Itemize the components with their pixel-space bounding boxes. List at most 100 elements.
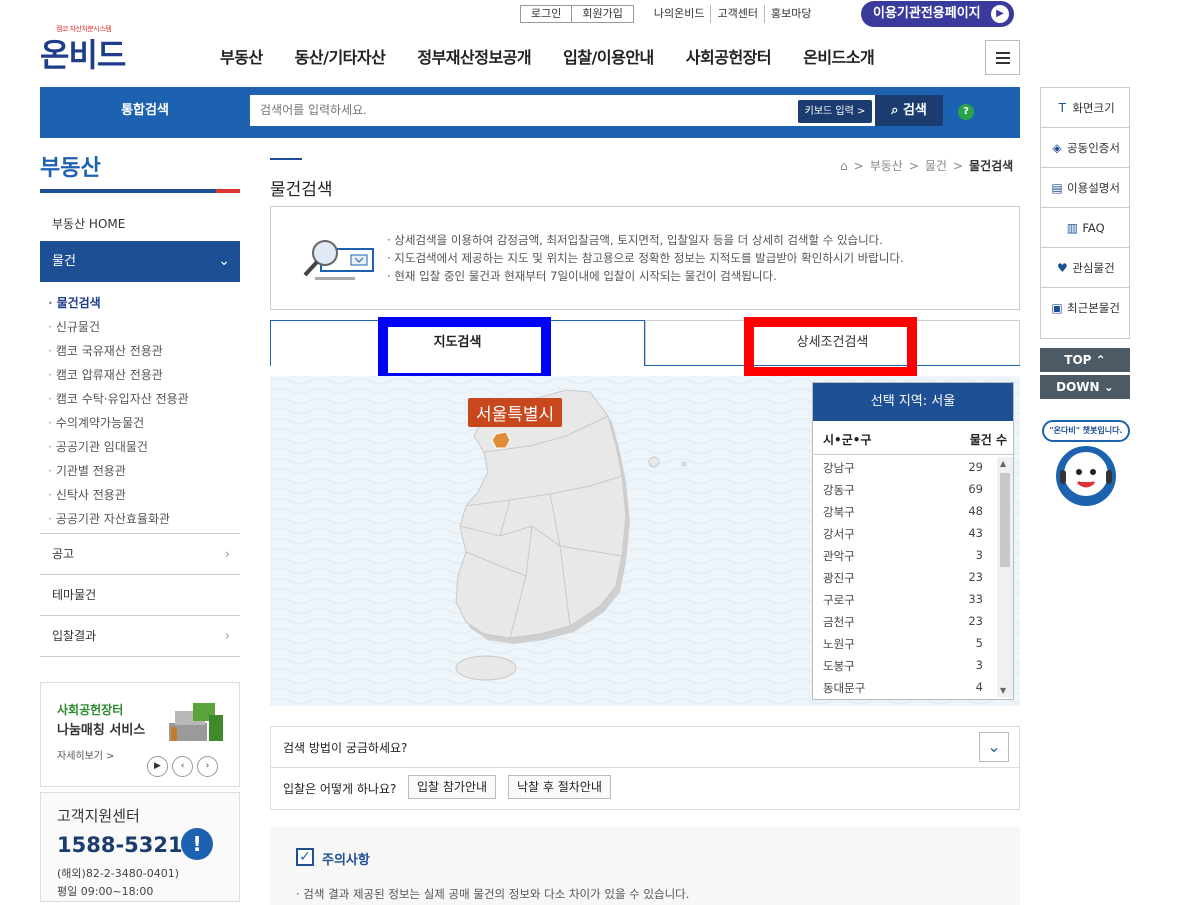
sidebar-sub-new[interactable]: 신규물건 — [48, 318, 100, 335]
list-item[interactable]: 광진구 23 — [813, 567, 997, 589]
customer-support-banner: 고객지원센터 1588-5321 ! (해외)82-2-3480-0401) 평… — [40, 792, 240, 902]
sidebar-sub-kamco-seized[interactable]: 캠코 압류재산 전용관 — [48, 366, 163, 383]
chevron-down-icon: ⌄ — [1103, 380, 1114, 394]
sidebar-item-notice[interactable]: 공고 › — [40, 533, 240, 574]
page-title: 물건검색 — [270, 180, 333, 200]
search-label: 통합검색 — [121, 103, 169, 118]
scroll-down-icon[interactable]: ▼ — [1000, 686, 1006, 695]
quick-recent[interactable]: ▣ 최근본물건 — [1041, 288, 1129, 328]
list-item[interactable]: 강동구 69 — [813, 479, 997, 501]
sidebar-item-label: 테마물건 — [52, 588, 97, 602]
search-info-box: · 상세검색을 이용하여 감정금액, 최저입찰금액, 토지면적, 입찰일자 등을… — [270, 206, 1020, 310]
bid-guide-button[interactable]: 입찰 참가안내 — [408, 775, 497, 799]
district-list: 강남구 29 강동구 69 강북구 48 강서구 43 관악구 3 광진구 23 구로구 33… — [813, 457, 997, 699]
agency-page-button[interactable]: 이용기관전용페이지 ▶ — [861, 1, 1014, 27]
sidebar-item-home[interactable]: 부동산 HOME — [52, 215, 125, 232]
hamburger-menu-icon[interactable] — [985, 40, 1020, 75]
gnb-gov-property[interactable]: 정부재산정보공개 — [417, 44, 531, 68]
global-nav: 부동산 동산/기타자산 정부재산정보공개 입찰/이용안내 사회공헌장터 온비드소… — [220, 44, 906, 68]
quick-menu: T 화면크기 ◈ 공동인증서 ▤ 이용설명서 ▥ FAQ ♥ 관심물건 ▣ 최근본물건 — [1040, 87, 1130, 339]
district-panel: 선택 지역: 서울 시•군•구 물건 수 강남구 29 강동구 69 강북구 48 강… — [812, 382, 1014, 700]
util-links: 나의온비드 고객센터 홍보마당 — [648, 5, 818, 23]
sidebar-item-results[interactable]: 입찰결과 › — [40, 615, 240, 656]
sidebar-sub-efficiency[interactable]: 공공기관 자산효율화관 — [48, 510, 170, 527]
home-icon[interactable]: ⌂ — [840, 159, 848, 173]
banner-controls: ▶ ‹ › — [147, 756, 218, 777]
pr-link[interactable]: 홍보마당 — [763, 5, 817, 23]
sidebar-item-goods[interactable]: 물건 ⌄ — [40, 241, 240, 282]
search-button[interactable]: ⌕ 검색 — [875, 95, 943, 126]
list-item[interactable]: 금천구 23 — [813, 611, 997, 633]
sidebar-sub-private-contract[interactable]: 수의계약가능물건 — [48, 414, 144, 431]
next-icon[interactable]: › — [197, 756, 218, 777]
breadcrumb-item[interactable]: 부동산 — [870, 157, 903, 174]
chevron-down-icon[interactable]: ⌄ — [979, 732, 1009, 762]
sidebar-sub-trust-company[interactable]: 신탁사 전용관 — [48, 486, 126, 503]
top-button[interactable]: TOP ⌃ — [1040, 348, 1130, 372]
breadcrumb-item[interactable]: 물건 — [925, 157, 947, 174]
scrollbar-thumb[interactable] — [1000, 473, 1010, 567]
panel-scrollbar[interactable]: ▲ ▼ — [997, 457, 1013, 697]
scroll-up-icon[interactable]: ▲ — [1000, 459, 1006, 468]
info-line: · 현재 입찰 중인 물건과 현재부터 7일이내에 입찰이 시작되는 물건이 검… — [387, 269, 777, 283]
keyboard-input-button[interactable]: 키보드 입력 > — [798, 100, 872, 123]
gnb-movables[interactable]: 동산/기타자산 — [295, 44, 386, 68]
customer-center-link[interactable]: 고객센터 — [710, 5, 763, 23]
help-icon[interactable]: ? — [958, 104, 974, 120]
sidebar-sub-kamco-national[interactable]: 캠코 국유재산 전용관 — [48, 342, 163, 359]
shield-icon: ◈ — [1052, 140, 1062, 155]
after-win-guide-button[interactable]: 낙찰 후 절차안내 — [508, 775, 611, 799]
list-item[interactable]: 관악구 3 — [813, 545, 997, 567]
sidebar-item-label: 물건 — [52, 254, 76, 269]
list-item[interactable]: 구로구 33 — [813, 589, 997, 611]
chatbot-widget[interactable]: "온다비" 챗봇입니다. — [1040, 420, 1130, 510]
login-link[interactable]: 로그인 — [521, 6, 571, 22]
chevron-right-icon: › — [224, 547, 230, 562]
gnb-realestate[interactable]: 부동산 — [220, 44, 263, 68]
chevron-down-icon: ⌄ — [218, 253, 230, 269]
list-item[interactable]: 강북구 48 — [813, 501, 997, 523]
sidebar-sub-public-rental[interactable]: 공공기관 임대물건 — [48, 438, 148, 455]
sidebar-sub-kamco-trust[interactable]: 캠코 수탁·유입자산 전용관 — [48, 390, 189, 407]
list-item[interactable]: 강서구 43 — [813, 523, 997, 545]
panel-column-header: 시•군•구 물건 수 — [813, 421, 1013, 455]
list-item[interactable]: 도봉구 3 — [813, 655, 997, 677]
list-item[interactable]: 노원구 5 — [813, 633, 997, 655]
signup-link[interactable]: 회원가입 — [571, 6, 632, 22]
quick-manual[interactable]: ▤ 이용설명서 — [1041, 168, 1129, 208]
my-onbid-link[interactable]: 나의온비드 — [648, 5, 711, 23]
seoul-label[interactable]: 서울특별시 — [468, 398, 563, 427]
recent-icon: ▣ — [1051, 301, 1063, 315]
banner-more-link[interactable]: 자세히보기 > — [57, 747, 115, 762]
highlight-box-red — [744, 317, 917, 377]
support-overseas: (해외)82-2-3480-0401) — [57, 867, 180, 880]
gnb-social[interactable]: 사회공헌장터 — [686, 44, 772, 68]
quick-certificate[interactable]: ◈ 공동인증서 — [1041, 128, 1129, 168]
chatbot-avatar-icon — [1056, 446, 1116, 506]
quick-favorites[interactable]: ♥ 관심물건 — [1041, 248, 1129, 288]
share-matching-banner[interactable]: 사회공헌장터 나눔매칭 서비스 자세히보기 > ▶ ‹ › — [40, 682, 240, 787]
sidebar-sub-agency[interactable]: 기관별 전용관 — [48, 462, 126, 479]
panel-header: 선택 지역: 서울 — [813, 383, 1013, 421]
col-count: 물건 수 — [969, 433, 1007, 447]
list-item[interactable]: 강남구 29 — [813, 457, 997, 479]
down-button[interactable]: DOWN ⌄ — [1040, 375, 1130, 399]
breadcrumb-current: 물건검색 — [969, 159, 1014, 173]
sidebar-item-label: 입찰결과 — [52, 629, 97, 643]
gnb-bid-guide[interactable]: 입찰/이용안내 — [563, 44, 654, 68]
gnb-about[interactable]: 온비드소개 — [803, 44, 875, 68]
quick-faq[interactable]: ▥ FAQ — [1041, 208, 1129, 248]
prev-icon[interactable]: ‹ — [172, 756, 193, 777]
play-icon[interactable]: ▶ — [147, 756, 168, 777]
sidebar-sub-goods-search[interactable]: 물건검색 — [48, 294, 101, 311]
quick-font-size[interactable]: T 화면크기 — [1041, 88, 1129, 128]
chevron-up-icon: ⌃ — [1095, 353, 1106, 367]
sidebar-title: 부동산 — [40, 156, 101, 181]
sidebar-item-theme[interactable]: 테마물건 — [40, 574, 240, 615]
banner-line1: 사회공헌장터 — [57, 703, 124, 717]
list-item[interactable]: 동대문구 4 — [813, 677, 997, 699]
support-hours: 평일 09:00~18:00 — [57, 885, 154, 898]
search-input[interactable] — [250, 95, 875, 126]
auth-box: 로그인 회원가입 — [520, 5, 634, 23]
info-line: · 지도검색에서 제공하는 지도 및 위치는 참고용으로 정확한 정보는 지적도… — [387, 251, 904, 265]
